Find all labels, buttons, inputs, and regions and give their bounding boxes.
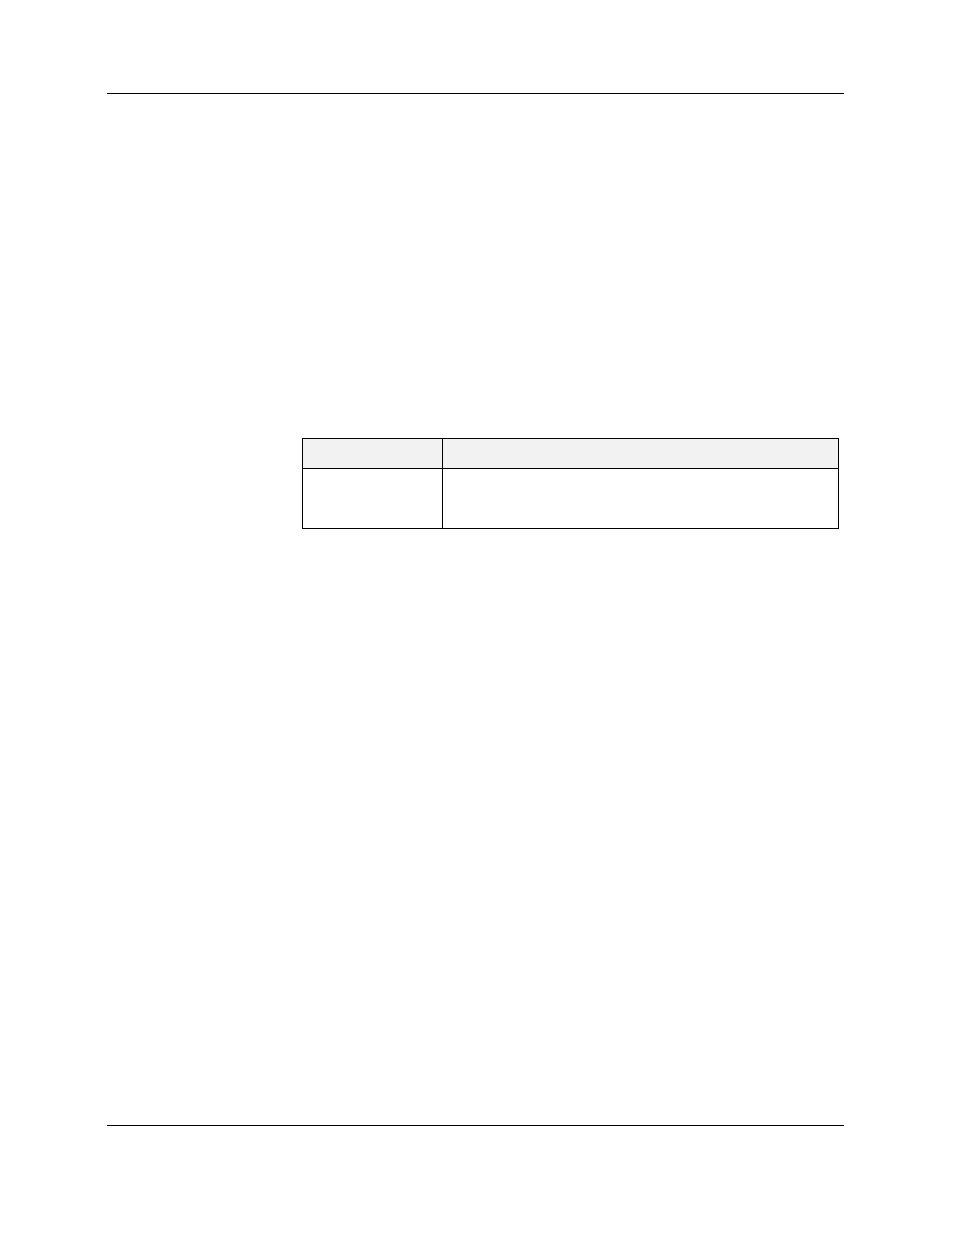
header-rule bbox=[107, 93, 844, 94]
table-row bbox=[303, 469, 839, 529]
table-cell bbox=[303, 469, 443, 529]
table-cell bbox=[443, 469, 839, 529]
footer-rule bbox=[107, 1125, 844, 1126]
table-header-row bbox=[303, 439, 839, 469]
table-header-cell bbox=[303, 439, 443, 469]
document-page bbox=[0, 0, 954, 1235]
table-header-cell bbox=[443, 439, 839, 469]
data-table bbox=[302, 438, 839, 529]
